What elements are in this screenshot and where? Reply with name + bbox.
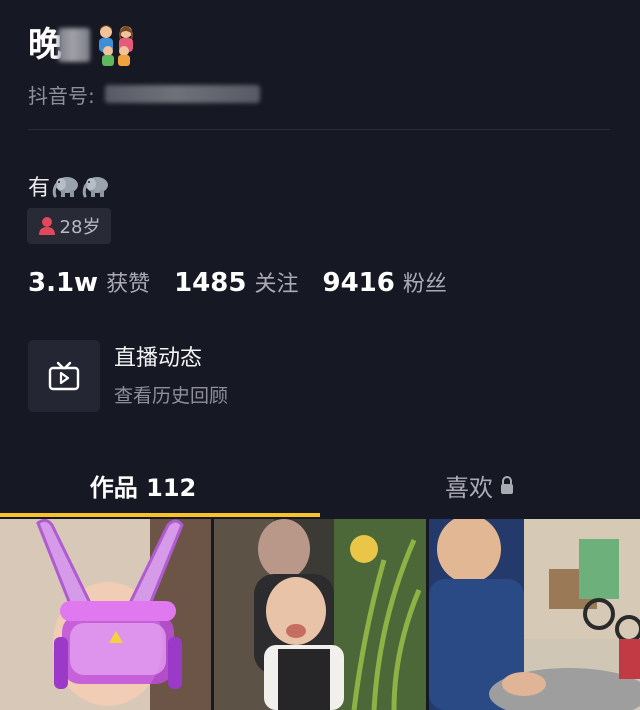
video-grid	[0, 519, 640, 710]
video-thumbnail[interactable]	[214, 519, 426, 710]
family-emoji-icon	[92, 23, 142, 67]
stat-value: 9416	[322, 268, 395, 298]
live-card-subtitle[interactable]: 查看历史回顾	[114, 381, 228, 411]
live-card-icon-box[interactable]	[28, 340, 100, 412]
tab-likes-label: 喜欢	[445, 473, 493, 502]
stat-following[interactable]: 1485 关注	[174, 266, 298, 298]
tab-indicator	[0, 513, 320, 517]
stat-label: 关注	[254, 272, 299, 297]
profile-name-row: 晚	[28, 20, 142, 70]
name-redaction	[58, 28, 90, 62]
video-thumbnail[interactable]	[0, 519, 212, 710]
age-text: 28岁	[59, 217, 101, 238]
elephant-emoji-icon	[82, 173, 110, 199]
stat-likes[interactable]: 3.1w 获赞	[28, 266, 150, 298]
tab-works[interactable]: 作品 112	[0, 460, 320, 510]
douyin-id-label: 抖音号:	[28, 83, 95, 108]
age-tag: 28岁	[27, 208, 111, 244]
video-thumbnail[interactable]	[428, 519, 640, 710]
profile-name: 晚	[28, 25, 62, 65]
header-divider	[28, 129, 610, 130]
stat-label: 获赞	[106, 272, 151, 297]
lock-icon	[501, 476, 513, 494]
tab-works-label: 作品 112	[89, 473, 197, 502]
stat-value: 3.1w	[28, 268, 99, 298]
elephant-emoji-icon	[52, 173, 80, 199]
bio: 有	[28, 166, 110, 206]
tv-play-icon	[48, 361, 80, 391]
person-icon	[38, 217, 55, 235]
tab-likes[interactable]: 喜欢	[320, 460, 640, 510]
live-card-title[interactable]: 直播动态	[114, 343, 202, 375]
bio-text: 有	[28, 176, 51, 201]
stat-followers[interactable]: 9416 粉丝	[322, 266, 446, 298]
stat-label: 粉丝	[402, 272, 447, 297]
stats-row: 3.1w 获赞 1485 关注 9416 粉丝	[28, 266, 471, 306]
douyin-id-row: 抖音号:	[28, 78, 260, 110]
douyin-id-redaction	[104, 85, 260, 103]
stat-value: 1485	[174, 268, 247, 298]
